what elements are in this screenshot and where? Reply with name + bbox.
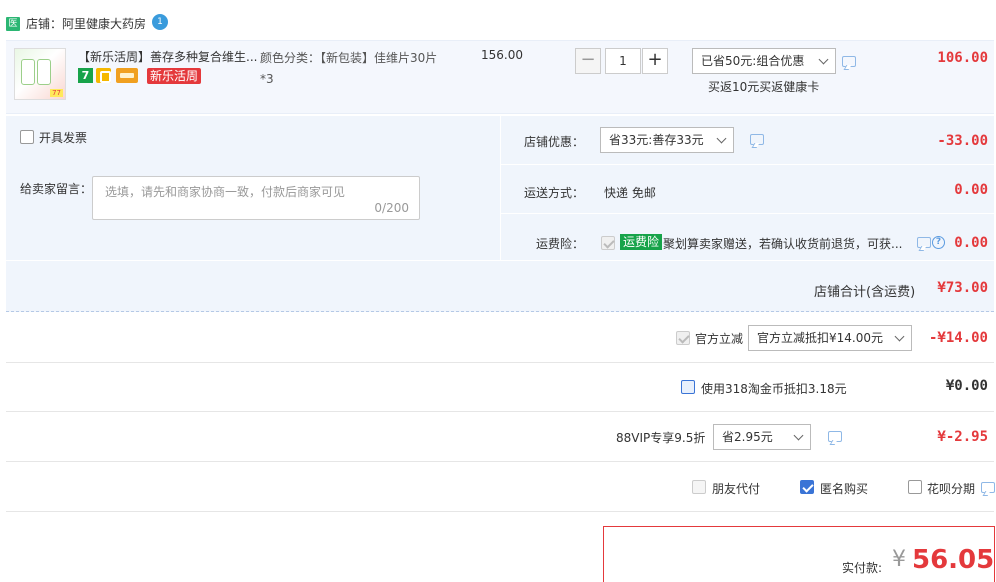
official-discount-value: 官方立减抵扣¥14.00元 xyxy=(757,331,883,345)
chevron-down-icon xyxy=(818,54,829,65)
huabei-label: 花呗分期 xyxy=(927,482,976,496)
shop-discount-label: 店铺优惠： xyxy=(524,135,585,149)
chat-icon[interactable] xyxy=(981,482,995,493)
pay-currency: ¥ xyxy=(892,547,906,572)
huabei-checkbox[interactable] xyxy=(908,480,922,494)
item-discount-value: 已省50元:组合优惠 xyxy=(701,54,805,68)
shipping-value: 快递 免邮 xyxy=(604,186,656,200)
pay-summary: 实付款: ¥ 56.05 xyxy=(603,526,995,582)
invoice-label: 开具发票 xyxy=(39,131,88,145)
divider xyxy=(6,260,994,261)
taojinbi-label: 使用318淘金币抵扣3.18元 xyxy=(701,382,847,396)
vip-amount: ¥-2.95 xyxy=(937,429,988,445)
insurance-text: 聚划算卖家赠送，若确认收货前退货，可获... xyxy=(663,237,903,251)
gift-text: 买返10元买返健康卡 xyxy=(708,80,820,94)
insurance-checkbox[interactable] xyxy=(601,236,615,250)
quantity-stepper: − 1 + xyxy=(575,48,671,74)
official-discount-checkbox[interactable] xyxy=(676,331,690,345)
divider xyxy=(501,213,994,214)
pay-amount: 56.05 xyxy=(912,545,995,575)
item-subtotal: 106.00 xyxy=(937,50,988,66)
message-placeholder: 选填，请先和商家协商一致，付款后商家可见 xyxy=(105,185,346,199)
shop-chat-badge-icon[interactable]: 1 xyxy=(152,14,168,30)
message-label: 给卖家留言： xyxy=(20,182,93,196)
friend-pay-label: 朋友代付 xyxy=(712,482,761,496)
official-discount-label: 官方立减 xyxy=(695,332,744,346)
taojinbi-amount: ¥0.00 xyxy=(945,378,988,394)
bottle-graphic xyxy=(21,59,35,85)
quantity-plus-button[interactable]: + xyxy=(642,48,668,74)
divider xyxy=(6,362,994,363)
shop-name[interactable]: 店铺：阿里健康大药房 xyxy=(26,15,146,32)
official-discount-amount: -¥14.00 xyxy=(928,330,988,346)
taojinbi-checkbox[interactable] xyxy=(681,380,695,394)
invoice-checkbox[interactable] xyxy=(20,130,34,144)
thumb-price-tag: 77 xyxy=(50,89,63,97)
quantity-input[interactable]: 1 xyxy=(605,48,641,74)
promo-tag: 新乐活周 xyxy=(147,68,202,84)
insurance-label: 运费险： xyxy=(536,237,585,251)
shop-logo-icon: 医 xyxy=(6,17,20,31)
shop-discount-select[interactable]: 省33元:善存33元 xyxy=(600,127,734,153)
divider xyxy=(501,164,994,165)
divider xyxy=(6,511,994,512)
chevron-down-icon xyxy=(716,133,727,144)
anonymous-label: 匿名购买 xyxy=(820,482,869,496)
friend-pay-checkbox[interactable] xyxy=(692,480,706,494)
vip-value: 省2.95元 xyxy=(722,430,773,444)
shipping-label: 运送方式： xyxy=(524,186,585,200)
divider xyxy=(6,461,994,462)
card-payment-icon xyxy=(116,68,138,83)
quantity-minus-button[interactable]: − xyxy=(575,48,601,74)
unit-price: 156.00 xyxy=(481,48,523,62)
vip-label: 88VIP专享9.5折 xyxy=(616,431,706,445)
shop-total-amount: ¥73.00 xyxy=(937,280,988,296)
chat-icon[interactable] xyxy=(828,431,842,442)
chevron-down-icon xyxy=(793,430,804,441)
product-attributes: 颜色分类：【新包装】佳维片30片*3 xyxy=(260,51,438,86)
insurance-amount: 0.00 xyxy=(954,235,988,251)
product-thumbnail[interactable]: 77 xyxy=(14,48,66,100)
shop-discount-value: 省33元:善存33元 xyxy=(609,133,704,147)
shipping-amount: 0.00 xyxy=(954,182,988,198)
seven-day-return-icon: 7 xyxy=(78,68,93,83)
item-discount-select[interactable]: 已省50元:组合优惠 xyxy=(692,48,836,74)
chat-icon[interactable] xyxy=(842,56,856,67)
guarantee-icon xyxy=(96,68,111,83)
bottle-graphic xyxy=(37,59,51,85)
message-textarea[interactable]: 选填，请先和商家协商一致，付款后商家可见 0/200 xyxy=(92,176,420,220)
shop-discount-amount: -33.00 xyxy=(937,133,988,149)
product-title[interactable]: 【新乐活周】善存多种复合维生... xyxy=(78,48,258,65)
divider xyxy=(6,411,994,412)
chat-icon[interactable] xyxy=(750,134,764,145)
anonymous-checkbox[interactable] xyxy=(800,480,814,494)
divider xyxy=(500,116,501,260)
message-counter: 0/200 xyxy=(374,201,409,215)
pay-label: 实付款: xyxy=(842,561,883,575)
insurance-tag: 运费险 xyxy=(620,234,663,250)
vip-select[interactable]: 省2.95元 xyxy=(713,424,811,450)
